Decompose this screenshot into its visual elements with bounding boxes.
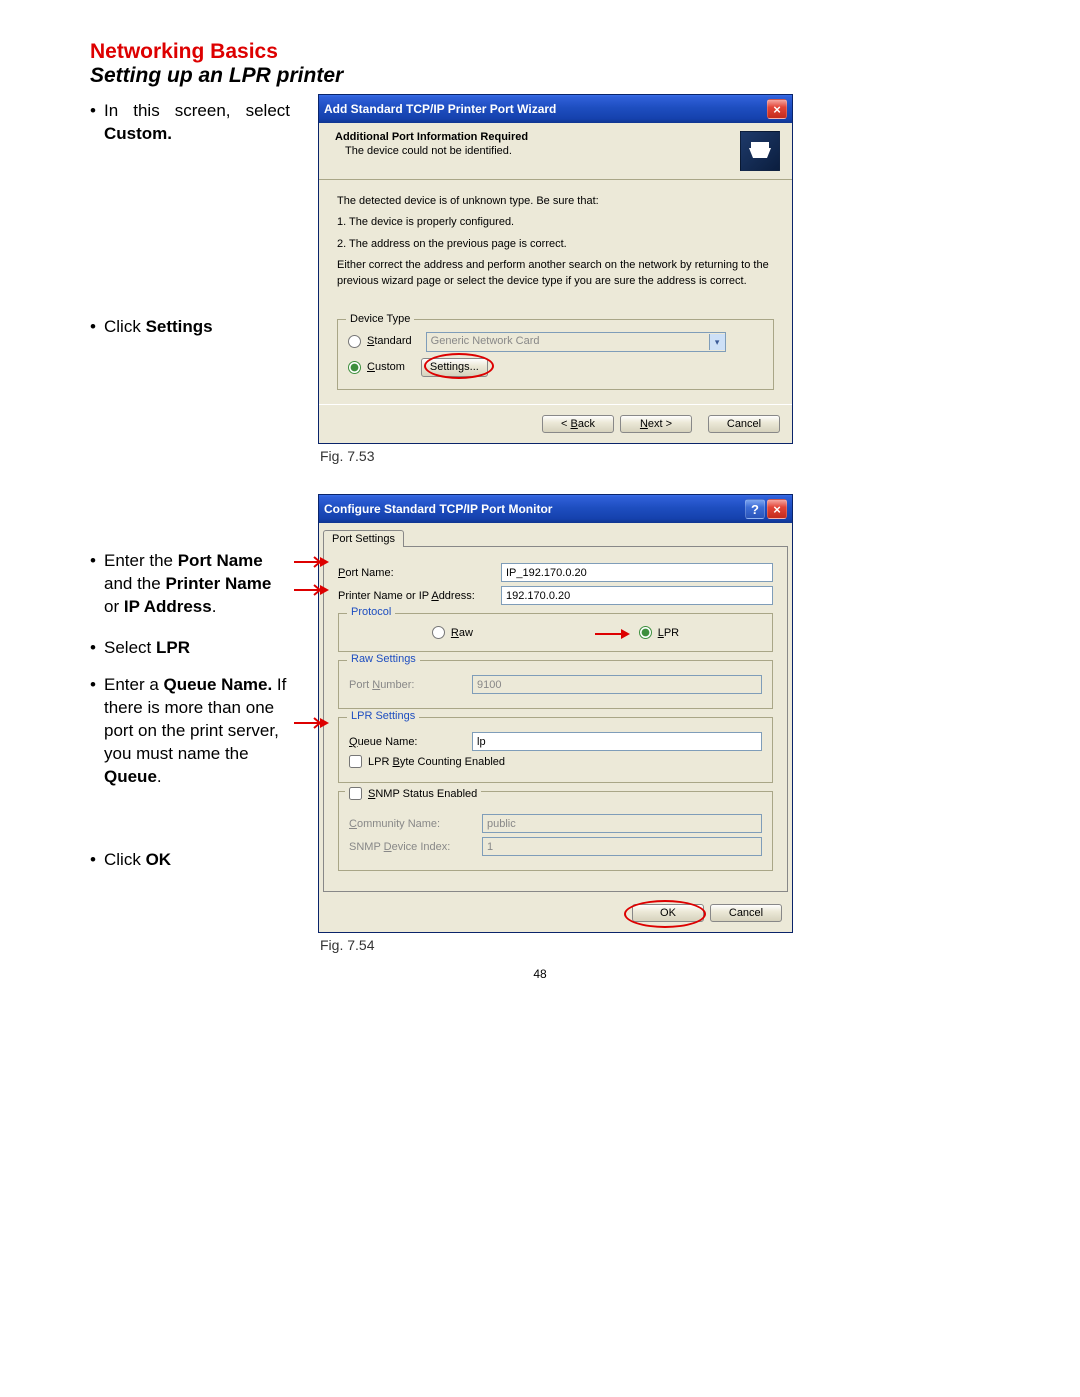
radio-standard-label: Standard [367, 334, 412, 349]
figure-caption: Fig. 7.54 [320, 937, 798, 953]
radio-raw[interactable] [432, 626, 445, 639]
radio-custom-label: Custom [367, 360, 405, 375]
port-number-input [472, 675, 762, 694]
port-name-input[interactable] [501, 563, 773, 582]
back-button[interactable]: < Back [542, 415, 614, 433]
tab-port-settings[interactable]: Port Settings [323, 530, 404, 547]
help-icon[interactable]: ? [745, 499, 765, 519]
port-name-label: Port Name: [338, 567, 493, 579]
wizard-titlebar: Add Standard TCP/IP Printer Port Wizard … [319, 95, 792, 123]
community-input [482, 814, 762, 833]
wizard-header-title: Additional Port Information Required [335, 131, 528, 143]
fieldset-legend: Device Type [346, 312, 414, 327]
wizard-body-text: 1. The device is properly configured. [337, 215, 774, 230]
queue-name-label: Queue Name: [349, 736, 464, 748]
radio-raw-label: Raw [451, 627, 473, 639]
arrow-icon [595, 628, 631, 640]
protocol-legend: Protocol [347, 606, 395, 618]
instruction-step-4: • Select LPR [90, 637, 290, 660]
dialog-title: Configure Standard TCP/IP Port Monitor [324, 502, 743, 516]
raw-settings-legend: Raw Settings [347, 653, 420, 665]
ok-button[interactable]: OK [632, 904, 704, 922]
page-subheading: Setting up an LPR printer [90, 64, 990, 88]
port-monitor-dialog: Configure Standard TCP/IP Port Monitor ?… [318, 494, 793, 933]
settings-button[interactable]: Settings... [421, 358, 488, 377]
radio-standard[interactable] [348, 335, 361, 348]
wizard-header: Additional Port Information Required The… [319, 123, 792, 180]
wizard-body-text: Either correct the address and perform a… [337, 258, 774, 289]
printer-icon [740, 131, 780, 171]
page-heading: Networking Basics [90, 40, 990, 64]
wizard-header-sub: The device could not be identified. [345, 145, 730, 157]
page-number: 48 [533, 967, 546, 981]
snmp-label: SNMP Status Enabled [368, 788, 477, 800]
instruction-step-6: • Click OK [90, 849, 290, 872]
figure-caption: Fig. 7.53 [320, 448, 798, 464]
wizard-dialog: Add Standard TCP/IP Printer Port Wizard … [318, 94, 793, 444]
close-icon[interactable]: × [767, 499, 787, 519]
wizard-body-text: 2. The address on the previous page is c… [337, 237, 774, 252]
snmp-index-input [482, 837, 762, 856]
port-number-label: Port Number: [349, 679, 464, 691]
instruction-step-3: • Enter the Port Name and the Printer Na… [90, 550, 290, 619]
next-button[interactable]: Next > [620, 415, 692, 433]
radio-lpr-label: LPR [658, 627, 679, 639]
lpr-byte-checkbox[interactable] [349, 755, 362, 768]
instruction-step-2: • Click Settings [90, 316, 290, 339]
printer-ip-input[interactable] [501, 586, 773, 605]
radio-lpr[interactable] [639, 626, 652, 639]
instruction-step-1: • In this screen, select Custom. [90, 100, 290, 146]
instruction-step-5: • Enter a Queue Name. If there is more t… [90, 674, 290, 789]
chevron-down-icon: ▾ [709, 334, 725, 350]
cancel-button[interactable]: Cancel [708, 415, 780, 433]
community-label: Community Name: [349, 818, 474, 830]
wizard-body-text: The detected device is of unknown type. … [337, 194, 774, 209]
wizard-title: Add Standard TCP/IP Printer Port Wizard [324, 102, 765, 116]
queue-name-input[interactable] [472, 732, 762, 751]
lpr-byte-label: LPR Byte Counting Enabled [368, 756, 505, 768]
snmp-index-label: SNMP Device Index: [349, 841, 474, 853]
close-icon[interactable]: × [767, 99, 787, 119]
dialog-titlebar: Configure Standard TCP/IP Port Monitor ?… [319, 495, 792, 523]
radio-custom[interactable] [348, 361, 361, 374]
snmp-checkbox[interactable] [349, 787, 362, 800]
printer-ip-label: Printer Name or IP Address: [338, 590, 493, 602]
device-type-select[interactable]: Generic Network Card▾ [426, 332, 726, 352]
lpr-settings-legend: LPR Settings [347, 710, 419, 722]
cancel-button[interactable]: Cancel [710, 904, 782, 922]
